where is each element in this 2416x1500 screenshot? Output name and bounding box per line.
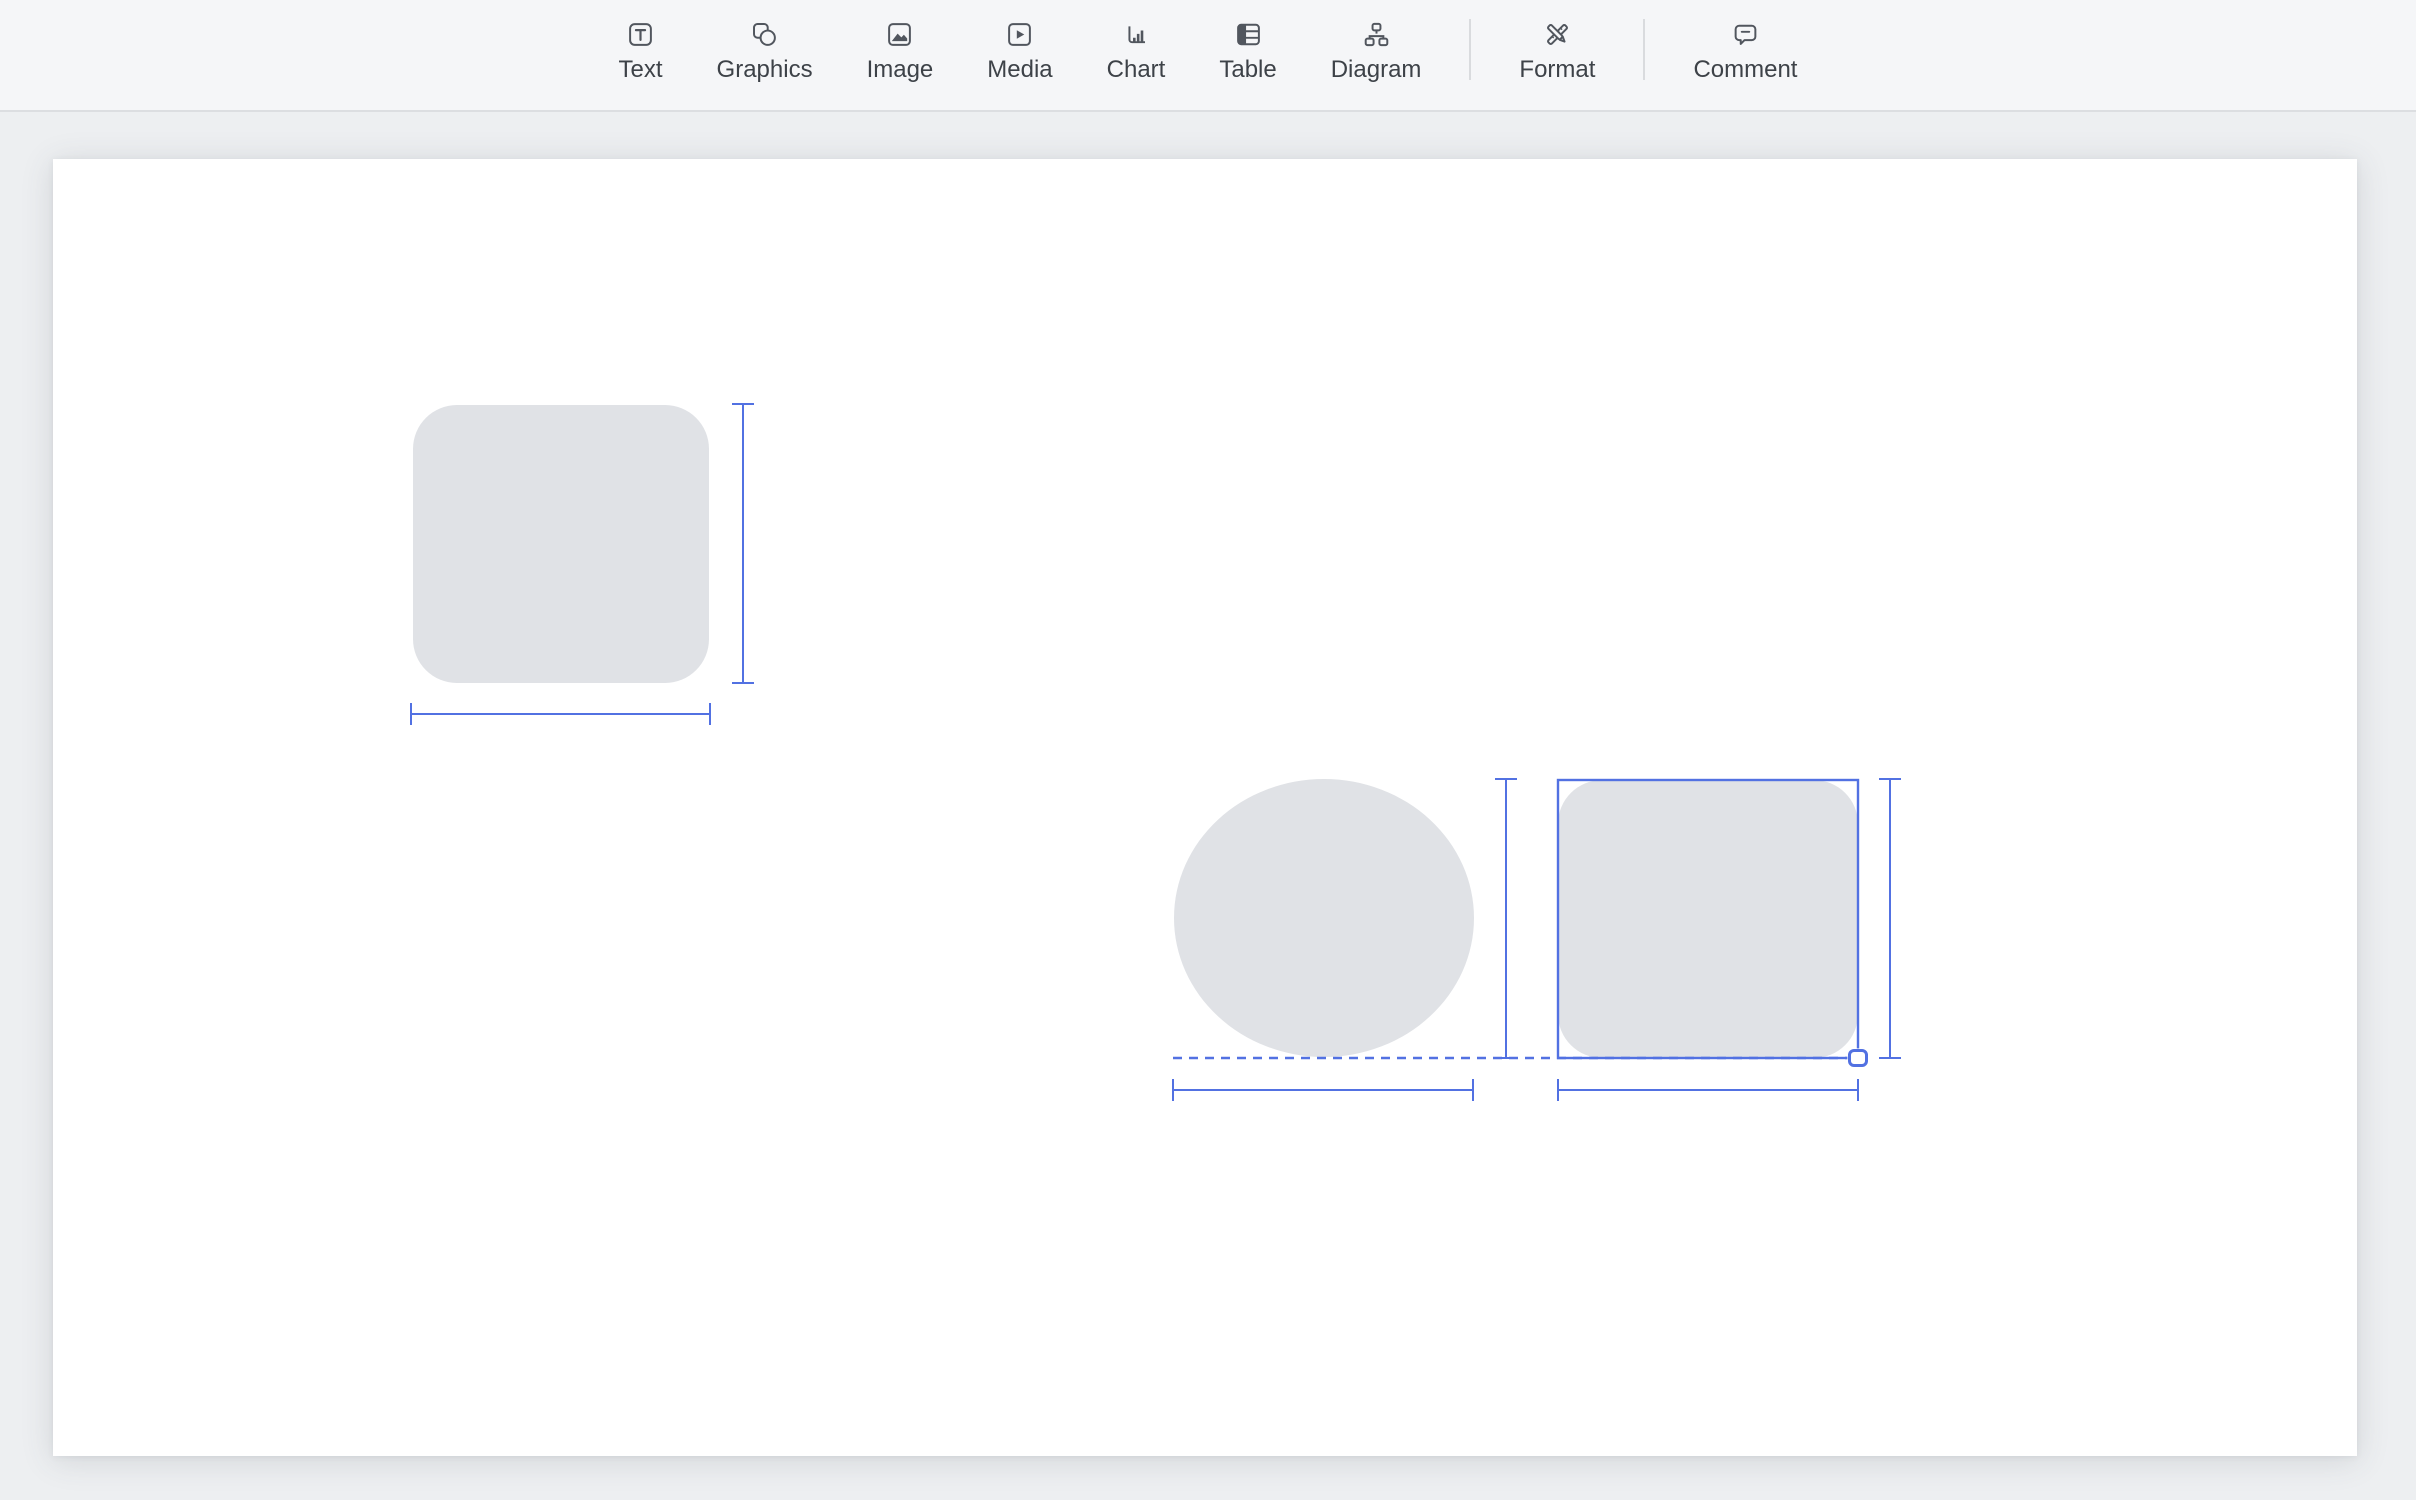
toolbar-item-diagram[interactable]: Diagram (1331, 0, 1422, 83)
toolbar-label: Chart (1107, 57, 1166, 83)
toolbar-item-chart[interactable]: Chart (1107, 0, 1166, 83)
toolbar-label: Diagram (1331, 57, 1422, 83)
media-icon (1006, 21, 1033, 48)
app-window: { "app": { "accent": "#5271e2", "shape_f… (0, 0, 2416, 1500)
toolbar: Text Graphics Image Media Chart (0, 0, 2416, 112)
toolbar-label: Graphics (717, 57, 813, 83)
toolbar-label: Format (1519, 57, 1595, 83)
toolbar-item-comment[interactable]: Comment (1693, 0, 1797, 83)
rounded-square-shape[interactable] (413, 405, 709, 683)
graphics-icon (751, 21, 778, 48)
resize-handle[interactable] (1848, 1049, 1868, 1067)
toolbar-label: Media (987, 57, 1052, 83)
selected-rounded-square-shape[interactable] (1558, 780, 1858, 1058)
toolbar-divider (1469, 19, 1471, 80)
toolbar-label: Table (1219, 57, 1276, 83)
alignment-guides-overlay (53, 159, 2357, 1456)
toolbar-item-media[interactable]: Media (987, 0, 1052, 83)
toolbar-label: Comment (1693, 57, 1797, 83)
toolbar-item-format[interactable]: Format (1519, 0, 1595, 83)
circle-shape[interactable] (1174, 779, 1474, 1057)
toolbar-item-graphics[interactable]: Graphics (717, 0, 813, 83)
chart-icon (1123, 21, 1150, 48)
toolbar-item-text[interactable]: Text (619, 0, 663, 83)
toolbar-item-image[interactable]: Image (867, 0, 934, 83)
table-icon (1235, 21, 1262, 48)
toolbar-label: Image (867, 57, 934, 83)
toolbar-item-table[interactable]: Table (1219, 0, 1276, 83)
toolbar-divider (1643, 19, 1645, 80)
comment-icon (1732, 21, 1759, 48)
text-icon (627, 21, 654, 48)
diagram-icon (1363, 21, 1390, 48)
toolbar-label: Text (619, 57, 663, 83)
format-icon (1544, 21, 1571, 48)
image-icon (886, 21, 913, 48)
document-canvas[interactable] (53, 159, 2357, 1456)
